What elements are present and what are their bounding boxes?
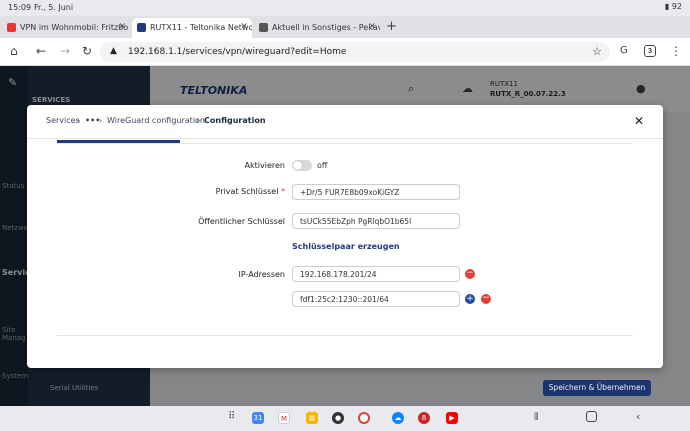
system-status-bar: 15:09 Fr., 5. Juni ▮ 92 [0,0,690,16]
enable-state: off [317,161,328,170]
breadcrumb-separator: › [196,116,200,125]
enable-label: Aktivieren [244,161,285,170]
divider [57,143,633,144]
remove-ip-button[interactable]: − [481,294,491,304]
close-tab-icon[interactable]: ✕ [118,22,126,32]
browser-tab[interactable]: VPN im Wohnmobil: Fritzbo ✕ [2,18,130,38]
favicon-icon [259,23,268,32]
breadcrumb-current: Configuration [204,116,266,125]
favicon-icon [7,23,16,32]
breadcrumb-wireguard[interactable]: WireGuard configuration [107,116,205,125]
breadcrumb-separator: › [77,116,81,125]
close-icon[interactable]: ✕ [634,114,644,128]
menu-icon[interactable]: ⋮ [670,44,682,58]
ip-address-input-2[interactable]: fdf1:25c2:1230::201/64 [292,291,460,307]
browser-tab-active[interactable]: RUTX11 - Teltonika Networks ✕ [132,18,252,38]
tab-title: Aktuell in Sonstiges - Pekav [272,23,380,32]
enable-toggle[interactable] [292,160,312,171]
forward-icon[interactable]: → [60,44,70,58]
cloud-app-icon[interactable]: ☁ [392,412,404,424]
tab-count-button[interactable]: 3 [644,45,656,57]
app-grid-icon[interactable]: ⠿ [228,411,235,422]
battery-indicator: ▮ 92 [664,2,682,11]
bookmark-star-icon[interactable]: ☆ [592,45,602,58]
youtube-icon[interactable]: ▶ [446,412,458,424]
back-icon[interactable]: ← [36,44,46,58]
close-tab-icon[interactable]: ✕ [368,22,376,32]
tab-title: RUTX11 - Teltonika Networks [150,23,252,32]
close-tab-icon[interactable]: ✕ [240,22,248,32]
url-text: 192.168.1.1/services/vpn/wireguard?edit=… [128,47,347,57]
ip-address-input-1[interactable]: 192.168.178.201/24 [292,266,460,282]
chrome-icon[interactable] [358,412,370,424]
site-info-icon[interactable]: ▲ [110,46,117,56]
public-key-label: Öffentlicher Schlüssel [198,217,285,226]
back-button-icon[interactable]: ‹ [636,410,640,423]
required-marker: * [281,187,285,196]
modal-header: Services › ••• › WireGuard configuration… [27,105,663,139]
browser-toolbar: ⌂ ← → ↻ ▲ 192.168.1.1/services/vpn/wireg… [0,38,690,66]
save-apply-button-visible[interactable]: Speichern & Übernehmen [543,380,651,396]
private-key-label: Privat Schlüssel * [165,187,285,196]
private-key-input[interactable]: +Dr/5 FUR7E8b09xoKiGYZ [292,184,460,200]
app-icon[interactable]: 8 [418,412,430,424]
generate-keypair-link[interactable]: Schlüsselpaar erzeugen [292,242,400,251]
new-tab-icon[interactable]: + [386,19,397,34]
translate-icon[interactable]: G [620,45,628,56]
breadcrumb-separator: › [99,116,103,125]
calendar-icon[interactable]: 31 [252,412,264,424]
android-taskbar: ⠿ 31 M ▥ ● ☁ 8 ▶ ⦀ ‹ [0,406,690,431]
divider [57,335,633,336]
gmail-icon[interactable]: M [278,412,290,424]
date: Fr., 5. Juni [34,3,74,12]
favicon-icon [137,23,146,32]
add-ip-button[interactable]: + [465,294,475,304]
home-icon[interactable]: ⌂ [10,44,18,58]
private-key-label-text: Privat Schlüssel [215,187,279,196]
public-key-input[interactable]: tsUCk55EbZph PgRlqbO1b65l [292,213,460,229]
recents-icon[interactable]: ⦀ [534,412,538,423]
ip-addresses-label: IP-Adressen [238,270,286,279]
wireguard-config-modal: Services › ••• › WireGuard configuration… [27,105,663,368]
battery-level: 92 [671,2,682,11]
tab-title: VPN im Wohnmobil: Fritzbo [20,23,129,32]
browser-tab-bar: VPN im Wohnmobil: Fritzbo ✕ RUTX11 - Tel… [0,16,690,38]
url-input[interactable]: ▲ 192.168.1.1/services/vpn/wireguard?edi… [100,42,610,62]
toggle-knob [293,161,302,170]
museum-app-icon[interactable]: ▥ [306,412,318,424]
home-button-icon[interactable] [586,411,597,422]
reload-icon[interactable]: ↻ [82,44,92,58]
breadcrumb-services[interactable]: Services [46,116,80,125]
remove-ip-button[interactable]: − [465,269,475,279]
clock: 15:09 [8,3,32,12]
browser-tab[interactable]: Aktuell in Sonstiges - Pekav ✕ [254,18,380,38]
camera-icon[interactable]: ● [332,412,344,424]
